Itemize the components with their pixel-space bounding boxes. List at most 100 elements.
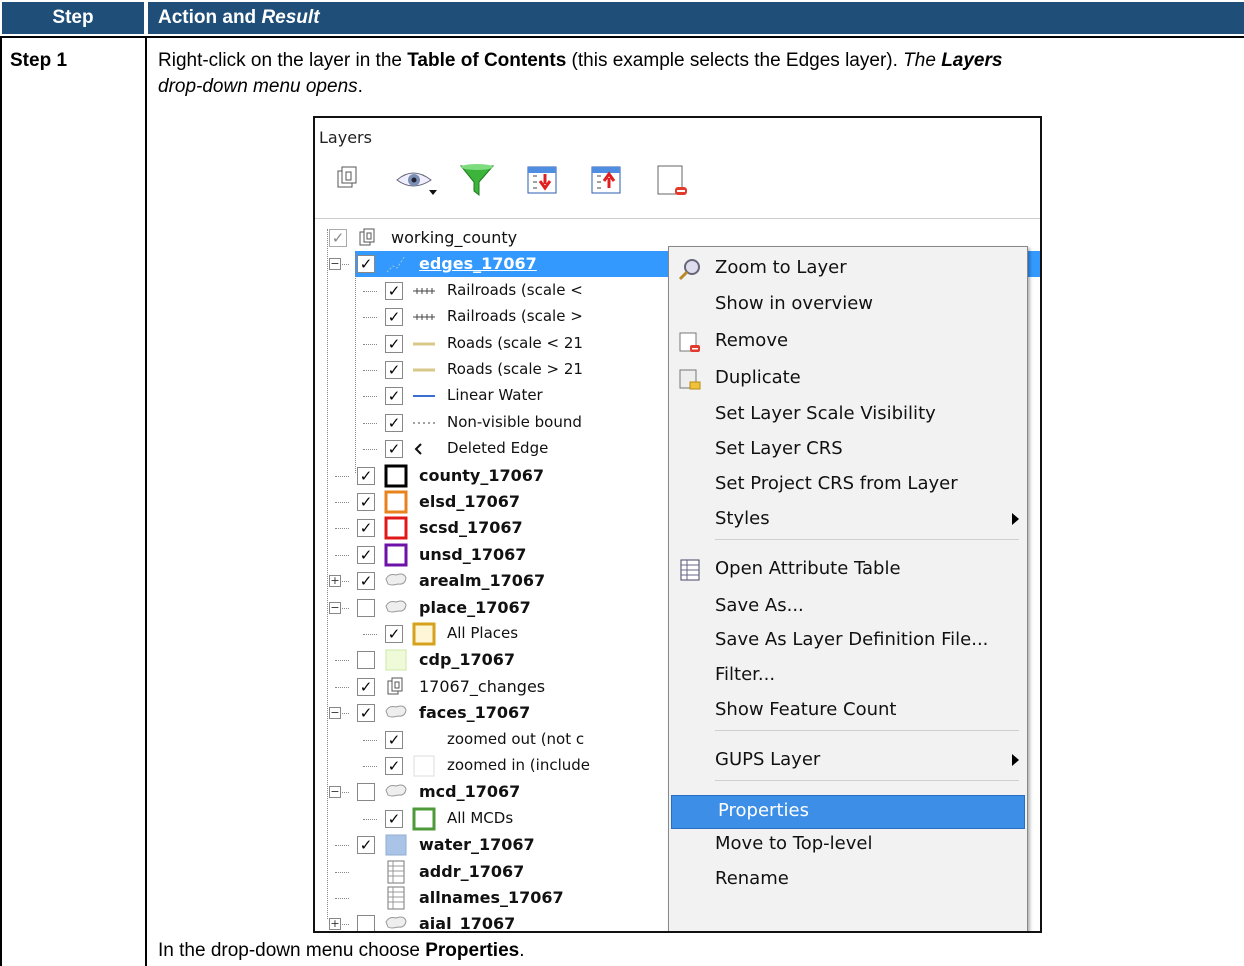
layer-name: Roads (scale > 21: [447, 360, 583, 378]
menu-item-label: Zoom to Layer: [715, 257, 847, 278]
expand-toggle[interactable]: +: [329, 575, 341, 588]
menu-item-open-attribute-table[interactable]: Open Attribute Table: [669, 554, 1027, 586]
menu-item-label: Save As...: [715, 595, 804, 616]
menu-item-set-layer-crs[interactable]: Set Layer CRS: [669, 434, 1027, 466]
eye-visibility-icon[interactable]: [393, 160, 441, 200]
polygon-icon: [383, 596, 409, 624]
layer-visibility-checkbox[interactable]: ✓: [385, 440, 403, 459]
menu-item-properties[interactable]: Properties: [671, 795, 1025, 829]
layer-name: elsd_17067: [419, 492, 520, 511]
expand-all-icon[interactable]: [523, 160, 563, 200]
intro-text-3: .: [357, 76, 363, 97]
menu-item-rename[interactable]: Rename: [669, 864, 1027, 896]
menu-item-label: Styles: [715, 508, 770, 529]
railroad-icon: [411, 279, 437, 307]
collapse-toggle[interactable]: −: [329, 601, 341, 614]
menu-item-show-in-overview[interactable]: Show in overview: [669, 289, 1027, 321]
layers-panel-screenshot: Layers − ✓ working_county − ✓ edges_17067 ✓ Rai…: [313, 116, 1042, 933]
tree-connector: [335, 554, 349, 556]
remove-layer-icon[interactable]: [653, 160, 693, 200]
layer-name: All MCDs: [447, 808, 514, 827]
tree-connector: [335, 660, 349, 662]
menu-item-label: Set Project CRS from Layer: [715, 473, 958, 494]
menu-item-show-feature-count[interactable]: Show Feature Count: [669, 695, 1027, 727]
menu-item-remove[interactable]: Remove: [669, 326, 1027, 358]
layer-visibility-checkbox[interactable]: ✓: [385, 334, 403, 353]
table-icon: [383, 860, 409, 888]
remove-icon: [677, 330, 703, 354]
layer-visibility-checkbox[interactable]: ✓: [357, 493, 375, 511]
layer-visibility-checkbox[interactable]: ✓: [385, 413, 403, 432]
tree-connector: [363, 818, 377, 820]
layer-visibility-checkbox[interactable]: ✓: [357, 704, 375, 723]
box-green-icon: [411, 807, 437, 835]
tree-guide-line: [327, 229, 328, 919]
menu-item-gups-layer[interactable]: GUPS Layer: [669, 745, 1027, 777]
menu-item-label: GUPS Layer: [715, 749, 821, 770]
layer-visibility-checkbox[interactable]: [357, 783, 375, 802]
tree-connector: [363, 766, 377, 767]
tree-connector: [363, 396, 377, 398]
layer-visibility-checkbox[interactable]: ✓: [385, 730, 403, 749]
header-action-label: Action and: [158, 7, 262, 28]
footer-text-1: In the drop-down menu choose: [158, 940, 426, 961]
menu-item-styles[interactable]: Styles: [669, 504, 1027, 536]
layer-visibility-checkbox[interactable]: [357, 915, 375, 931]
layer-visibility-checkbox[interactable]: ✓: [329, 229, 347, 247]
layer-name: Railroads (scale <: [447, 280, 583, 299]
group-icon: [355, 226, 381, 254]
layer-visibility-checkbox[interactable]: ✓: [385, 757, 403, 775]
menu-item-save-as-layer-definition-file[interactable]: Save As Layer Definition File...: [669, 625, 1027, 657]
header-action-cell: Action and Result: [148, 2, 1244, 34]
layer-name: working_county: [391, 228, 518, 247]
layer-visibility-checkbox[interactable]: ✓: [385, 361, 403, 379]
layer-visibility-checkbox[interactable]: ✓: [385, 809, 403, 828]
submenu-arrow-icon: [1012, 754, 1019, 766]
layer-visibility-checkbox[interactable]: ✓: [385, 387, 403, 406]
menu-item-label: Show in overview: [715, 293, 874, 314]
layer-name: zoomed in (include: [447, 756, 590, 774]
box-lightgreen-icon: [383, 648, 409, 676]
collapse-all-icon[interactable]: [587, 160, 627, 200]
menu-item-set-layer-scale-visibility[interactable]: Set Layer Scale Visibility: [669, 399, 1027, 431]
filter-funnel-icon[interactable]: [457, 160, 497, 200]
menu-item-zoom-to-layer[interactable]: Zoom to Layer: [669, 253, 1027, 285]
add-group-icon[interactable]: [329, 160, 369, 200]
menu-item-save-as[interactable]: Save As...: [669, 591, 1027, 623]
collapse-toggle[interactable]: −: [329, 258, 341, 271]
menu-separator: [715, 539, 1019, 540]
layer-visibility-checkbox[interactable]: ✓: [357, 545, 375, 564]
line-icon: [383, 252, 409, 280]
box-empty-icon: [411, 754, 437, 782]
layer-visibility-checkbox[interactable]: ✓: [357, 466, 375, 485]
layer-visibility-checkbox[interactable]: ✓: [357, 836, 375, 855]
collapse-toggle[interactable]: −: [329, 707, 341, 720]
menu-item-filter[interactable]: Filter...: [669, 660, 1027, 692]
layer-visibility-checkbox[interactable]: ✓: [357, 572, 375, 591]
layer-visibility-checkbox[interactable]: ✓: [357, 677, 375, 696]
tree-connector: [363, 370, 377, 371]
menu-item-set-project-crs-from-layer[interactable]: Set Project CRS from Layer: [669, 469, 1027, 501]
menu-item-move-to-top-level[interactable]: Move to Top-level: [669, 829, 1027, 861]
menu-item-label: Rename: [715, 868, 789, 889]
layer-name: unsd_17067: [419, 544, 527, 564]
layer-visibility-checkbox[interactable]: [357, 651, 375, 670]
layer-visibility-checkbox[interactable]: ✓: [385, 308, 403, 327]
layer-visibility-checkbox[interactable]: ✓: [357, 255, 375, 274]
expand-toggle[interactable]: +: [329, 918, 341, 931]
menu-item-label: Move to Top-level: [715, 833, 873, 854]
layer-visibility-checkbox[interactable]: [357, 598, 375, 617]
menu-item-label: Filter...: [715, 664, 776, 685]
layer-name: Railroads (scale >: [447, 307, 583, 326]
layer-visibility-checkbox[interactable]: ✓: [357, 519, 375, 538]
road-icon: [411, 358, 437, 386]
tree-connector: [363, 634, 377, 635]
footer-text-2: .: [519, 940, 525, 961]
collapse-toggle[interactable]: −: [329, 786, 341, 799]
layer-visibility-checkbox[interactable]: ✓: [385, 281, 403, 300]
tree-connector: [335, 845, 349, 847]
menu-item-duplicate[interactable]: Duplicate: [669, 363, 1027, 395]
layer-visibility-checkbox[interactable]: ✓: [385, 625, 403, 643]
tree-connector: [363, 317, 377, 319]
menu-item-label: Remove: [715, 330, 789, 351]
